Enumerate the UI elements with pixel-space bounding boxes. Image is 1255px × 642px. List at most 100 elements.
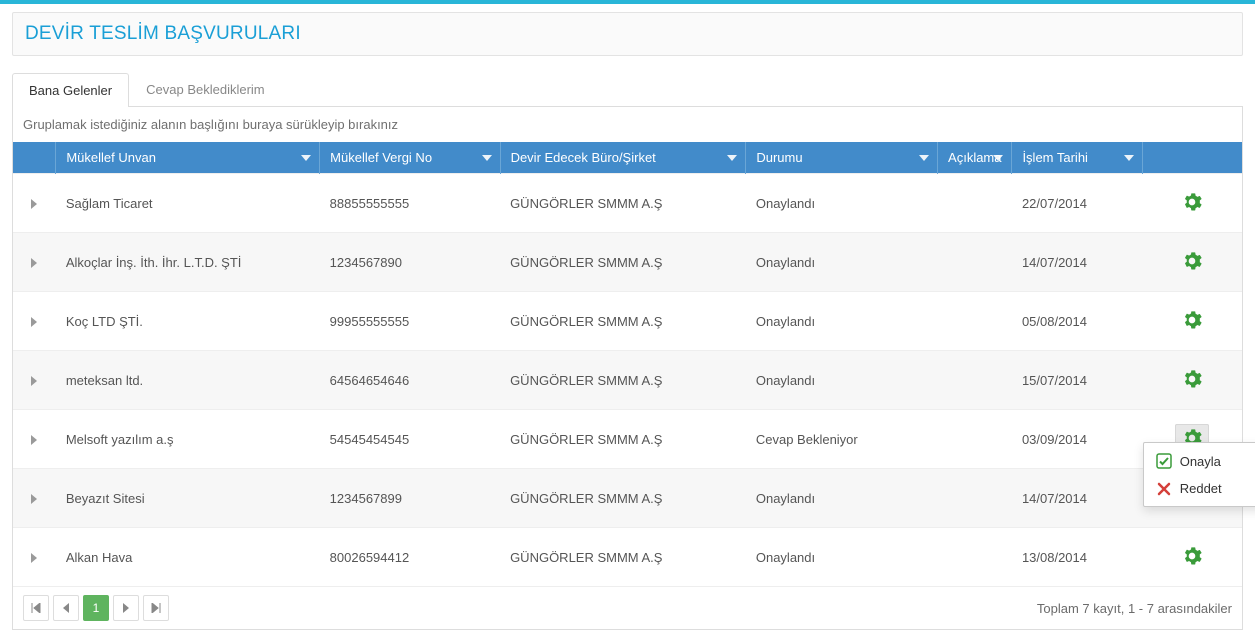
cell-durum: Onaylandı <box>746 233 938 292</box>
grid-container: Gruplamak istediğiniz alanın başlığını b… <box>12 107 1243 630</box>
expand-toggle[interactable] <box>13 174 56 233</box>
col-header-vergi[interactable]: Mükellef Vergi No <box>320 142 500 174</box>
table-row: Alkoçlar İnş. İth. İhr. L.T.D. ŞTİ123456… <box>13 233 1242 292</box>
cell-vergi: 80026594412 <box>320 528 500 587</box>
cell-actions <box>1143 292 1242 351</box>
tab-strip: Bana Gelenler Cevap Beklediklerim <box>12 72 1243 107</box>
col-header-expand <box>13 142 56 174</box>
chevron-down-icon[interactable] <box>1124 155 1134 161</box>
cell-actions: OnaylaReddet <box>1143 410 1242 469</box>
pager-info: Toplam 7 kayıt, 1 - 7 arasındakiler <box>1037 601 1232 616</box>
chevron-down-icon[interactable] <box>993 155 1003 161</box>
cell-unvan: Melsoft yazılım a.ş <box>56 410 320 469</box>
check-icon <box>1156 453 1172 469</box>
grid-footer: 1 Toplam 7 kayıt, 1 - 7 arasındakiler <box>13 586 1242 629</box>
menu-item-label: Onayla <box>1180 454 1221 469</box>
row-actions-button[interactable] <box>1175 247 1209 277</box>
cell-buro: GÜNGÖRLER SMMM A.Ş <box>500 351 746 410</box>
expand-toggle[interactable] <box>13 528 56 587</box>
cell-buro: GÜNGÖRLER SMMM A.Ş <box>500 469 746 528</box>
cell-unvan: Sağlam Ticaret <box>56 174 320 233</box>
col-header-label: Durumu <box>756 150 802 165</box>
cell-durum: Cevap Bekleniyor <box>746 410 938 469</box>
header-row: Mükellef Unvan Mükellef Vergi No Devir E… <box>13 142 1242 174</box>
table-row: meteksan ltd.64564654646GÜNGÖRLER SMMM A… <box>13 351 1242 410</box>
cell-aciklama <box>938 233 1012 292</box>
chevron-down-icon[interactable] <box>727 155 737 161</box>
pager-last-button[interactable] <box>143 595 169 621</box>
gear-icon <box>1182 310 1202 333</box>
menu-item-label: Reddet <box>1180 481 1222 496</box>
expand-toggle[interactable] <box>13 233 56 292</box>
cell-buro: GÜNGÖRLER SMMM A.Ş <box>500 174 746 233</box>
cell-tarih: 14/07/2014 <box>1012 233 1143 292</box>
cell-buro: GÜNGÖRLER SMMM A.Ş <box>500 292 746 351</box>
col-header-unvan[interactable]: Mükellef Unvan <box>56 142 320 174</box>
row-context-menu: Onayla Reddet <box>1143 442 1255 507</box>
pager-page-1[interactable]: 1 <box>83 595 109 621</box>
x-icon <box>1156 482 1172 496</box>
page-title: DEVİR TESLİM BAŞVURULARI <box>25 23 1230 45</box>
tab-bana-gelenler[interactable]: Bana Gelenler <box>12 73 129 107</box>
table-row: Alkan Hava80026594412GÜNGÖRLER SMMM A.ŞO… <box>13 528 1242 587</box>
chevron-down-icon[interactable] <box>919 155 929 161</box>
col-header-buro[interactable]: Devir Edecek Büro/Şirket <box>500 142 746 174</box>
col-header-label: Devir Edecek Büro/Şirket <box>511 150 656 165</box>
menu-item-reject[interactable]: Reddet <box>1144 475 1255 502</box>
pager-prev-button[interactable] <box>53 595 79 621</box>
cell-unvan: Koç LTD ŞTİ. <box>56 292 320 351</box>
expand-toggle[interactable] <box>13 469 56 528</box>
table-row: Melsoft yazılım a.ş54545454545GÜNGÖRLER … <box>13 410 1242 469</box>
cell-actions <box>1143 351 1242 410</box>
cell-tarih: 13/08/2014 <box>1012 528 1143 587</box>
col-header-label: Mükellef Unvan <box>66 150 156 165</box>
cell-actions <box>1143 233 1242 292</box>
cell-vergi: 64564654646 <box>320 351 500 410</box>
page-title-panel: DEVİR TESLİM BAŞVURULARI <box>12 12 1243 56</box>
expand-toggle[interactable] <box>13 410 56 469</box>
cell-buro: GÜNGÖRLER SMMM A.Ş <box>500 233 746 292</box>
col-header-label: İşlem Tarihi <box>1022 150 1088 165</box>
expand-toggle[interactable] <box>13 351 56 410</box>
pager: 1 <box>23 595 169 621</box>
group-drop-bar[interactable]: Gruplamak istediğiniz alanın başlığını b… <box>13 107 1242 142</box>
chevron-down-icon[interactable] <box>301 155 311 161</box>
gear-icon <box>1182 546 1202 569</box>
cell-tarih: 15/07/2014 <box>1012 351 1143 410</box>
gear-icon <box>1182 251 1202 274</box>
menu-item-approve[interactable]: Onayla <box>1144 447 1255 475</box>
tab-label: Bana Gelenler <box>29 83 112 98</box>
tab-cevap-beklediklerim[interactable]: Cevap Beklediklerim <box>129 72 282 106</box>
table-row: Koç LTD ŞTİ.99955555555GÜNGÖRLER SMMM A.… <box>13 292 1242 351</box>
col-header-durum[interactable]: Durumu <box>746 142 938 174</box>
row-actions-button[interactable] <box>1175 365 1209 395</box>
cell-durum: Onaylandı <box>746 292 938 351</box>
cell-aciklama <box>938 174 1012 233</box>
row-actions-button[interactable] <box>1175 306 1209 336</box>
col-header-aciklama[interactable]: Açıklama <box>938 142 1012 174</box>
cell-buro: GÜNGÖRLER SMMM A.Ş <box>500 410 746 469</box>
row-actions-button[interactable] <box>1175 542 1209 572</box>
tab-label: Cevap Beklediklerim <box>146 82 265 97</box>
cell-unvan: Alkoçlar İnş. İth. İhr. L.T.D. ŞTİ <box>56 233 320 292</box>
cell-tarih: 03/09/2014 <box>1012 410 1143 469</box>
cell-durum: Onaylandı <box>746 174 938 233</box>
cell-vergi: 99955555555 <box>320 292 500 351</box>
chevron-down-icon[interactable] <box>482 155 492 161</box>
cell-vergi: 88855555555 <box>320 174 500 233</box>
pager-first-button[interactable] <box>23 595 49 621</box>
cell-tarih: 14/07/2014 <box>1012 469 1143 528</box>
cell-unvan: Beyazıt Sitesi <box>56 469 320 528</box>
cell-tarih: 22/07/2014 <box>1012 174 1143 233</box>
col-header-actions <box>1143 142 1242 174</box>
cell-aciklama <box>938 351 1012 410</box>
cell-unvan: meteksan ltd. <box>56 351 320 410</box>
expand-toggle[interactable] <box>13 292 56 351</box>
cell-unvan: Alkan Hava <box>56 528 320 587</box>
cell-aciklama <box>938 292 1012 351</box>
col-header-tarih[interactable]: İşlem Tarihi <box>1012 142 1143 174</box>
pager-next-button[interactable] <box>113 595 139 621</box>
col-header-label: Mükellef Vergi No <box>330 150 432 165</box>
row-actions-button[interactable] <box>1175 188 1209 218</box>
cell-durum: Onaylandı <box>746 351 938 410</box>
